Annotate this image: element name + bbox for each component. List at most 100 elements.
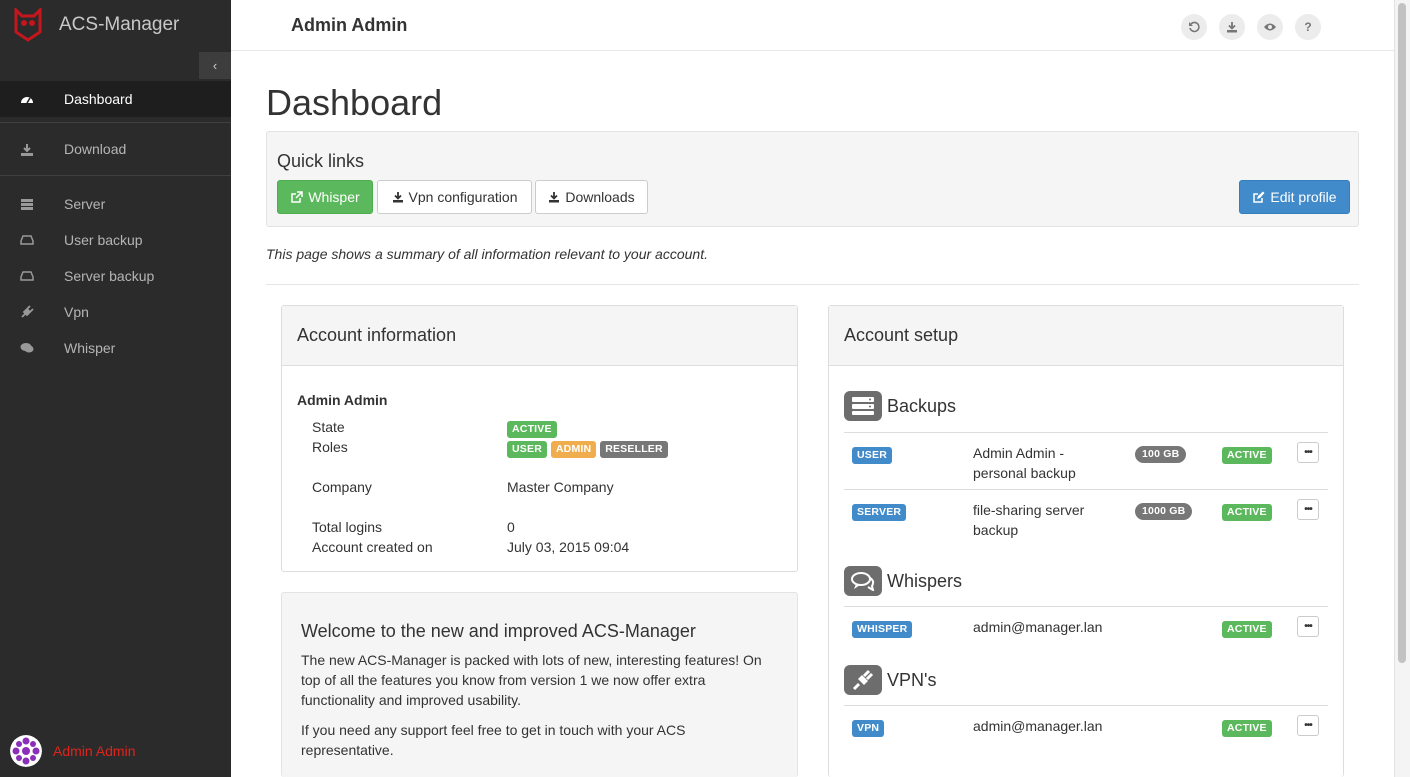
sidebar-item-download[interactable]: Download <box>0 131 231 167</box>
whisper-button[interactable]: Whisper <box>277 180 373 214</box>
welcome-text: The new ACS-Manager is packed with lots … <box>301 652 762 708</box>
account-setup-panel: Account setup Backups USER Admin Admin -… <box>828 305 1344 777</box>
table-row: WHISPER admin@manager.lan ACTIVE ••• <box>844 606 1328 644</box>
collapse-sidebar-button[interactable]: ‹ <box>199 52 231 79</box>
sidebar-item-label: Server backup <box>64 268 155 284</box>
section-title-text: VPN's <box>887 669 937 690</box>
server-icon <box>844 391 882 421</box>
welcome-title: Welcome to the new and improved ACS-Mana… <box>301 621 696 641</box>
vpn-configuration-button[interactable]: Vpn configuration <box>377 180 532 214</box>
size-badge: 1000 GB <box>1135 503 1193 520</box>
panel-title: Account setup <box>829 306 1343 366</box>
scroll-thumb[interactable] <box>1398 3 1406 663</box>
topbar-actions: ? <box>1181 14 1321 40</box>
refresh-icon[interactable] <box>1181 14 1207 40</box>
main-content: Dashboard Quick links Whisper Vpn config… <box>231 51 1394 777</box>
whisper-button-label: Whisper <box>308 189 360 205</box>
service-name: admin@manager.lan <box>973 619 1103 635</box>
sidebar-nav: Dashboard Download Server User backup Se… <box>0 81 231 366</box>
sidebar-user-name: Admin Admin <box>53 743 136 759</box>
company-label: Company <box>312 479 372 495</box>
status-badge: ACTIVE <box>1222 447 1272 464</box>
size-badge: 100 GB <box>1135 446 1187 463</box>
app-name: ACS-Manager <box>59 14 180 35</box>
section-title-text: Backups <box>887 395 957 416</box>
vpn-configuration-button-label: Vpn configuration <box>408 189 518 205</box>
help-icon[interactable]: ? <box>1295 14 1321 40</box>
quick-links-title: Quick links <box>277 151 365 171</box>
service-name: admin@manager.lan <box>973 718 1103 734</box>
sidebar-item-vpn[interactable]: Vpn <box>0 294 231 330</box>
topbar: Admin Admin ? <box>231 0 1394 51</box>
table-row: USER Admin Admin - personal backup 100 G… <box>844 432 1328 489</box>
download-icon <box>392 192 403 203</box>
divider <box>266 284 1359 285</box>
total-logins-value: 0 <box>507 519 515 535</box>
welcome-text: If you need any support feel free to get… <box>301 722 686 758</box>
table-row: VPN admin@manager.lan ACTIVE ••• <box>844 705 1328 743</box>
sidebar-item-label: Whisper <box>64 340 116 356</box>
row-actions-button[interactable]: ••• <box>1297 715 1319 736</box>
external-link-icon <box>291 190 304 203</box>
downloads-button-label: Downloads <box>565 189 635 205</box>
download-icon <box>549 192 560 203</box>
created-label: Account created on <box>312 539 433 555</box>
status-badge: ACTIVE <box>1222 621 1272 638</box>
backups-section-title: Backups <box>844 391 956 421</box>
created-value: July 03, 2015 09:04 <box>507 539 630 555</box>
download-icon[interactable] <box>1219 14 1245 40</box>
downloads-button[interactable]: Downloads <box>535 180 648 214</box>
role-badge: USER <box>507 441 547 458</box>
service-name: file-sharing server backup <box>973 502 1085 538</box>
brand[interactable]: ACS-Manager <box>0 0 231 50</box>
plug-icon <box>844 665 882 695</box>
row-actions-button[interactable]: ••• <box>1297 616 1319 637</box>
service-type-badge: SERVER <box>852 504 907 521</box>
server-icon <box>20 197 34 211</box>
avatar <box>10 735 42 767</box>
edit-profile-button[interactable]: Edit profile <box>1239 180 1350 214</box>
service-type-badge: USER <box>852 447 892 464</box>
service-name: Admin Admin - personal backup <box>973 445 1076 481</box>
eye-icon[interactable] <box>1257 14 1283 40</box>
scrollbar[interactable] <box>1394 0 1410 777</box>
chat-icon <box>20 341 34 355</box>
panel-title: Account information <box>282 306 797 366</box>
edit-icon <box>1253 191 1265 203</box>
status-badge: ACTIVE <box>1222 504 1272 521</box>
row-actions-button[interactable]: ••• <box>1297 442 1319 463</box>
status-badge: ACTIVE <box>1222 720 1272 737</box>
service-type-badge: WHISPER <box>852 621 913 638</box>
divider <box>0 175 231 176</box>
edit-profile-button-label: Edit profile <box>1270 189 1337 205</box>
topbar-title: Admin Admin <box>291 15 408 35</box>
total-logins-label: Total logins <box>312 519 383 535</box>
page-title: Dashboard <box>266 82 443 123</box>
quick-links-panel: Quick links Whisper Vpn configuration Do… <box>266 131 1359 227</box>
company-value: Master Company <box>507 479 614 495</box>
divider <box>0 122 231 123</box>
hdd-icon <box>20 233 34 247</box>
sidebar-item-label: Server <box>64 196 106 212</box>
sidebar-item-server[interactable]: Server <box>0 186 231 222</box>
account-information-panel: Account information Admin Admin State AC… <box>281 305 798 572</box>
account-name: Admin Admin <box>297 392 388 408</box>
sidebar-item-user-backup[interactable]: User backup <box>0 222 231 258</box>
hdd-icon <box>20 269 34 283</box>
chevron-left-icon: ‹ <box>212 58 218 73</box>
role-badge: ADMIN <box>550 441 597 458</box>
sidebar-item-label: Vpn <box>64 304 89 320</box>
plug-icon <box>20 305 34 319</box>
state-value: ACTIVE <box>507 419 557 438</box>
state-label: State <box>312 419 345 435</box>
sidebar-item-server-backup[interactable]: Server backup <box>0 258 231 294</box>
service-type-badge: VPN <box>852 720 885 737</box>
sidebar-user[interactable]: Admin Admin <box>10 735 135 767</box>
row-actions-button[interactable]: ••• <box>1297 499 1319 520</box>
sidebar-item-dashboard[interactable]: Dashboard <box>0 81 231 117</box>
role-badge: RESELLER <box>600 441 668 458</box>
sidebar-item-label: User backup <box>64 232 143 248</box>
whispers-section-title: Whispers <box>844 566 962 596</box>
sidebar-item-whisper[interactable]: Whisper <box>0 330 231 366</box>
chat-icon <box>844 566 882 596</box>
